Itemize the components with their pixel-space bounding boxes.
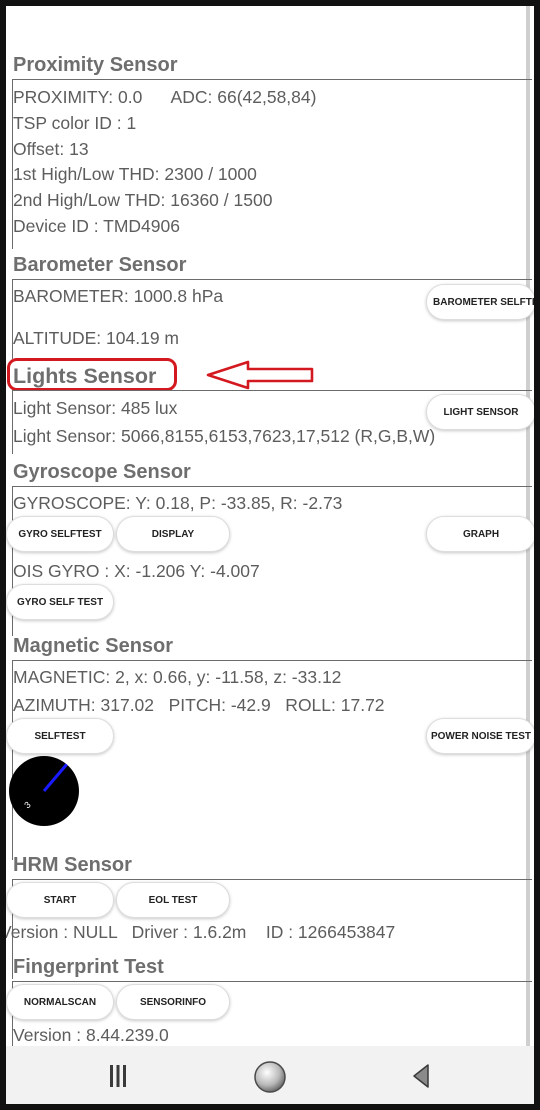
divider — [12, 981, 532, 982]
gyroscope-value-text: GYROSCOPE: Y: 0.18, P: -33.85, R: -2.73 — [13, 493, 343, 513]
hrm-start-button[interactable]: START — [6, 882, 114, 918]
magnetic-value-text: MAGNETIC: 2, x: 0.66, y: -11.58, z: -33.… — [13, 667, 342, 687]
recents-icon — [110, 1065, 126, 1087]
recents-button[interactable] — [102, 1062, 134, 1090]
proximity-header: Proximity Sensor — [13, 54, 178, 76]
divider — [12, 279, 532, 280]
magnetic-header: Magnetic Sensor — [13, 635, 174, 657]
normalscan-button[interactable]: NORMALSCAN — [6, 984, 114, 1020]
light-sensor-button[interactable]: LIGHT SENSOR — [426, 394, 534, 430]
light-rgbw-text: Light Sensor: 5066,8155,6153,7623,17,512… — [13, 426, 436, 446]
offset-text: Offset: 13 — [13, 139, 89, 159]
eol-test-button[interactable]: EOL TEST — [116, 882, 230, 918]
first-thd-text: 1st High/Low THD: 2300 / 1000 — [13, 164, 257, 184]
hrm-header: HRM Sensor — [13, 854, 132, 876]
altitude-text: ALTITUDE: 104.19 m — [13, 328, 179, 348]
gyro-selftest-button[interactable]: GYRO SELFTEST — [6, 516, 114, 552]
fingerprint-version-text: Version : 8.44.239.0 — [13, 1025, 169, 1045]
divider — [12, 660, 532, 661]
home-button[interactable] — [252, 1060, 288, 1094]
hrm-version-text: Version : NULL Driver : 1.6.2m ID : 1266… — [6, 922, 396, 942]
home-icon — [254, 1061, 286, 1093]
divider — [12, 390, 532, 391]
light-lux-text: Light Sensor: 485 lux — [13, 398, 178, 418]
sensorinfo-button[interactable]: SENSORINFO — [116, 984, 230, 1020]
ois-gyro-text: OIS GYRO : X: -1.206 Y: -4.007 — [13, 561, 260, 581]
navigation-bar — [6, 1046, 534, 1104]
annotation-highlight-box — [7, 358, 177, 391]
orientation-text: AZIMUTH: 317.02 PITCH: -42.9 ROLL: 17.72 — [13, 695, 385, 715]
back-icon — [413, 1064, 429, 1088]
compass-needle-icon — [42, 763, 69, 792]
second-thd-text: 2nd High/Low THD: 16360 / 1500 — [13, 190, 273, 210]
gyroscope-header: Gyroscope Sensor — [13, 461, 191, 483]
device-id-text: Device ID : TMD4906 — [13, 216, 180, 236]
magnetic-selftest-button[interactable]: SELFTEST — [6, 718, 114, 754]
tsp-color-text: TSP color ID : 1 — [13, 113, 137, 133]
display-button[interactable]: DISPLAY — [116, 516, 230, 552]
graph-button[interactable]: GRAPH — [426, 516, 534, 552]
screen: Proximity Sensor PROXIMITY: 0.0 ADC: 66(… — [6, 6, 534, 1104]
back-button[interactable] — [406, 1062, 436, 1090]
sensor-test-panel[interactable]: Proximity Sensor PROXIMITY: 0.0 ADC: 66(… — [6, 6, 534, 1046]
barometer-header: Barometer Sensor — [13, 254, 187, 276]
annotation-arrow-icon — [206, 360, 314, 390]
divider — [12, 486, 532, 487]
fingerprint-header: Fingerprint Test — [13, 956, 164, 978]
proximity-adc-text: PROXIMITY: 0.0 ADC: 66(42,58,84) — [13, 87, 317, 107]
divider — [12, 79, 532, 80]
barometer-selftest-button[interactable]: BAROMETER SELFTEST — [426, 284, 534, 320]
barometer-value-text: BAROMETER: 1000.8 hPa — [13, 286, 224, 306]
power-noise-test-button[interactable]: POWER NOISE TEST — [426, 718, 534, 754]
divider — [12, 879, 532, 880]
gyro-self-test-button[interactable]: GYRO SELF TEST — [6, 584, 114, 620]
compass-dial: 3 — [9, 756, 79, 826]
